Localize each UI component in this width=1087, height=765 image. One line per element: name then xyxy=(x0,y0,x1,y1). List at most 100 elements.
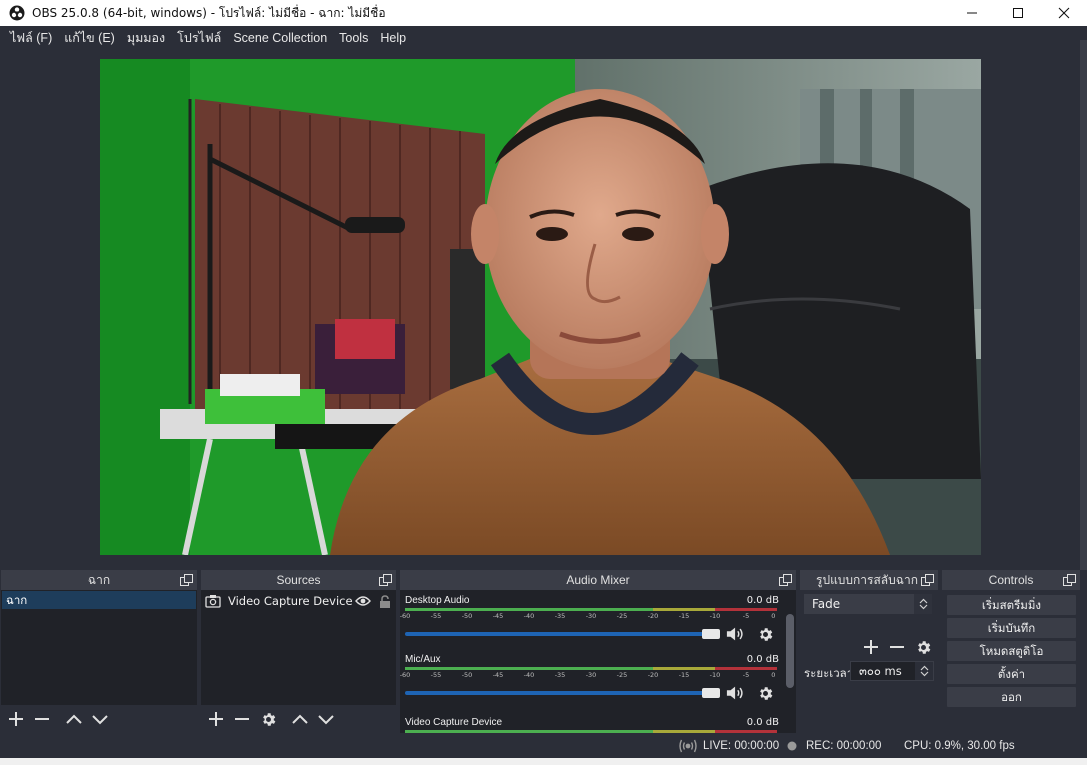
mixer-scrollbar[interactable] xyxy=(786,614,794,688)
studio-mode-button[interactable]: โหมดสตูดิโอ xyxy=(947,641,1076,661)
minimize-icon xyxy=(967,12,977,14)
maximize-icon xyxy=(1013,8,1023,18)
webcam-preview-image xyxy=(100,59,981,555)
menu-edit[interactable]: แก้ไข (E) xyxy=(58,28,121,48)
volume-meter xyxy=(405,608,777,611)
add-transition-button[interactable] xyxy=(862,638,880,656)
channel-settings-button[interactable] xyxy=(755,625,775,643)
source-properties-button[interactable] xyxy=(259,710,277,728)
transition-select[interactable]: Fade xyxy=(804,594,932,614)
undock-icon[interactable] xyxy=(779,574,792,586)
meter-ticks: -60 -55 -50 -45 -40 -35 -30 -25 -20 -15 … xyxy=(400,671,777,681)
settings-button[interactable]: ตั้งค่า xyxy=(947,664,1076,684)
audio-mixer-header: Audio Mixer xyxy=(400,570,796,590)
tick-label: -30 xyxy=(585,671,597,679)
menu-scene-collection[interactable]: Scene Collection xyxy=(227,31,333,45)
tick-label: -40 xyxy=(523,612,535,620)
volume-slider[interactable] xyxy=(405,632,715,636)
controls-dock: Controls เริ่มสตรีมมิ่ง เริ่มบันทึก โหมด… xyxy=(942,570,1080,733)
lock-icon[interactable] xyxy=(379,594,391,608)
move-scene-up-button[interactable] xyxy=(65,710,83,728)
remove-scene-button[interactable] xyxy=(33,710,51,728)
move-source-down-button[interactable] xyxy=(317,710,335,728)
volume-slider-handle[interactable] xyxy=(702,629,720,639)
channel-settings-button[interactable] xyxy=(755,684,775,702)
undock-icon[interactable] xyxy=(921,574,934,586)
transitions-dock: รูปแบบการสลับฉาก Fade ระยะเวลา ๓๐๐ ms xyxy=(800,570,938,733)
menu-file[interactable]: ไฟล์ (F) xyxy=(4,28,58,48)
preview-area xyxy=(0,50,1087,565)
menu-profile[interactable]: โปรไฟล์ xyxy=(171,28,227,48)
meter-ticks: -60 -55 -50 -45 -40 -35 -30 -25 -20 -15 … xyxy=(400,612,777,622)
scene-item[interactable]: ฉาก xyxy=(2,591,196,609)
move-scene-down-button[interactable] xyxy=(91,710,109,728)
close-button[interactable] xyxy=(1041,0,1087,26)
move-source-up-button[interactable] xyxy=(291,710,309,728)
audio-mixer-title: Audio Mixer xyxy=(566,573,630,587)
mixer-channel-mic-aux: Mic/Aux 0.0 dB -60 -55 -50 -45 -40 -35 -… xyxy=(400,654,779,709)
volume-meter xyxy=(405,730,777,733)
sources-dock-header: Sources xyxy=(201,570,396,590)
minus-icon xyxy=(890,646,904,648)
tick-label: -60 xyxy=(400,671,411,679)
transition-properties-button[interactable] xyxy=(914,638,932,656)
add-scene-button[interactable] xyxy=(7,710,25,728)
tick-label: -55 xyxy=(430,671,442,679)
menu-help[interactable]: Help xyxy=(374,31,412,45)
status-bar: LIVE: 00:00:00 REC: 00:00:00 CPU: 0.9%, … xyxy=(0,735,1087,758)
maximize-button[interactable] xyxy=(995,0,1041,26)
chevron-down-icon xyxy=(919,604,927,610)
tick-label: 0 xyxy=(771,612,776,620)
plus-icon xyxy=(9,712,23,726)
tick-label: -10 xyxy=(709,612,721,620)
tick-label: -15 xyxy=(678,671,690,679)
mixer-channel-video-capture: Video Capture Device 0.0 dB xyxy=(404,717,779,733)
camera-icon xyxy=(205,595,221,608)
undock-icon[interactable] xyxy=(1063,574,1076,586)
channel-name: Video Capture Device xyxy=(405,717,503,728)
mute-button[interactable] xyxy=(726,625,746,643)
source-name: Video Capture Device xyxy=(228,594,353,608)
chevron-down-icon xyxy=(318,715,334,725)
add-source-button[interactable] xyxy=(207,710,225,728)
minimize-button[interactable] xyxy=(949,0,995,26)
remove-transition-button[interactable] xyxy=(888,638,906,656)
duration-input[interactable]: ๓๐๐ ms xyxy=(850,661,934,681)
tick-label: -35 xyxy=(554,671,566,679)
tick-label: -5 xyxy=(742,612,750,620)
tick-label: -50 xyxy=(461,612,473,620)
menu-tools[interactable]: Tools xyxy=(333,31,374,45)
channel-name: Mic/Aux xyxy=(405,654,441,665)
speaker-icon xyxy=(726,627,743,641)
window-bottom-border xyxy=(0,758,1087,765)
channel-db: 0.0 dB xyxy=(746,654,779,665)
plus-icon xyxy=(864,640,878,654)
volume-slider[interactable] xyxy=(405,691,715,695)
gear-icon xyxy=(917,640,930,654)
chevron-up-icon xyxy=(292,714,308,724)
transition-select-arrows[interactable] xyxy=(914,594,932,614)
preview-canvas[interactable] xyxy=(100,59,981,555)
start-streaming-button[interactable]: เริ่มสตรีมมิ่ง xyxy=(947,595,1076,615)
volume-slider-handle[interactable] xyxy=(702,688,720,698)
eye-icon[interactable] xyxy=(355,595,371,607)
duration-spinner[interactable] xyxy=(915,662,933,680)
scenes-list: ฉาก xyxy=(1,590,197,733)
start-recording-button[interactable]: เริ่มบันทึก xyxy=(947,618,1076,638)
undock-icon[interactable] xyxy=(379,574,392,586)
gear-icon xyxy=(759,627,772,641)
mute-button[interactable] xyxy=(726,684,746,702)
record-indicator-icon xyxy=(787,741,797,751)
tick-label: -20 xyxy=(647,671,659,679)
plus-icon xyxy=(209,712,223,726)
minus-icon xyxy=(35,718,49,720)
remove-source-button[interactable] xyxy=(233,710,251,728)
exit-button[interactable]: ออก xyxy=(947,687,1076,707)
transitions-body: Fade ระยะเวลา ๓๐๐ ms xyxy=(800,590,938,733)
source-item[interactable]: Video Capture Device xyxy=(201,591,396,611)
obs-logo-icon xyxy=(9,5,25,21)
minus-icon xyxy=(235,718,249,720)
undock-icon[interactable] xyxy=(180,574,193,586)
menu-bar: ไฟล์ (F) แก้ไข (E) มุมมอง โปรไฟล์ Scene … xyxy=(0,26,1087,50)
menu-view[interactable]: มุมมอง xyxy=(121,28,171,48)
